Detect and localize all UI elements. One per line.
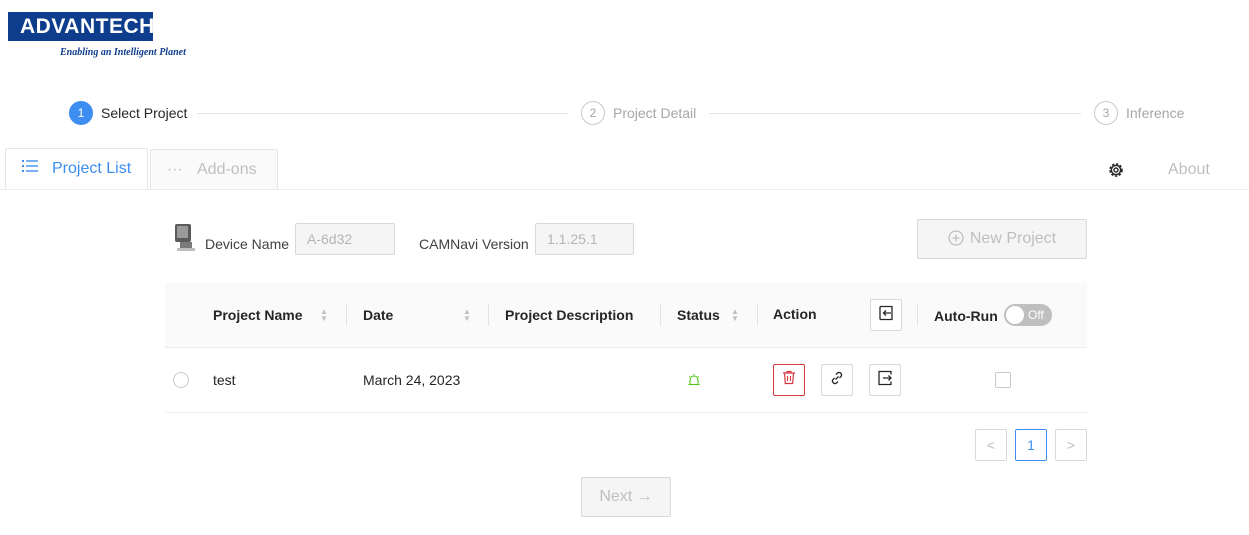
- device-icon: [173, 222, 197, 252]
- page-1-button[interactable]: 1: [1015, 429, 1047, 461]
- export-button[interactable]: [869, 364, 901, 396]
- prev-page-button[interactable]: <: [975, 429, 1007, 461]
- step-connector: [709, 113, 1081, 114]
- col-action: Action: [773, 306, 817, 322]
- table-row: [165, 348, 1087, 413]
- column-separator: [757, 304, 758, 326]
- tab-project-list-label: Project List: [52, 160, 132, 177]
- next-page-button[interactable]: >: [1055, 429, 1087, 461]
- next-button[interactable]: Next →: [581, 477, 671, 517]
- plus-circle-icon: [948, 223, 964, 261]
- advantech-logo: ADVANTECH: [8, 12, 154, 41]
- step-3-circle: 3: [1094, 101, 1118, 125]
- column-separator: [917, 304, 918, 326]
- gear-icon[interactable]: [1107, 161, 1125, 179]
- tab-add-ons-label: Add-ons: [197, 161, 257, 178]
- list-icon: [22, 149, 40, 189]
- col-project-description: Project Description: [505, 307, 634, 323]
- sort-icon[interactable]: ▲ ▼: [731, 308, 739, 323]
- row-project-name: test: [213, 372, 236, 388]
- toggle-knob: [1006, 306, 1024, 324]
- trash-icon: [782, 370, 796, 390]
- import-icon: [878, 305, 894, 326]
- import-button[interactable]: [870, 299, 902, 331]
- link-icon: [829, 370, 845, 391]
- export-icon: [877, 370, 893, 391]
- step-2-circle: 2: [581, 101, 605, 125]
- about-link[interactable]: About: [1168, 161, 1210, 179]
- device-name-field: A-6d32: [295, 223, 395, 255]
- tab-project-list[interactable]: Project List: [5, 148, 148, 190]
- delete-button[interactable]: [773, 364, 805, 396]
- column-separator: [660, 304, 661, 326]
- auto-run-toggle[interactable]: Off: [1004, 304, 1052, 326]
- col-auto-run: Auto-Run: [934, 308, 998, 324]
- sort-icon[interactable]: ▲ ▼: [320, 308, 328, 323]
- device-name-label: Device Name: [205, 236, 290, 252]
- camnavi-version-field: 1.1.25.1: [535, 223, 634, 255]
- row-date: March 24, 2023: [363, 372, 461, 388]
- camnavi-version-label: CAMNavi Version: [419, 236, 529, 252]
- ellipsis-icon: ···: [167, 161, 183, 178]
- alarm-icon: [687, 373, 701, 387]
- tab-add-ons[interactable]: ··· Add-ons: [150, 149, 278, 190]
- step-connector: [197, 113, 568, 114]
- new-project-button[interactable]: New Project: [917, 219, 1087, 259]
- col-status[interactable]: Status: [677, 307, 720, 323]
- toggle-state-label: Off: [1028, 308, 1044, 322]
- col-date[interactable]: Date: [363, 307, 393, 323]
- step-3-label: Inference: [1126, 105, 1185, 121]
- column-separator: [346, 304, 347, 326]
- tab-divider: [0, 189, 1249, 190]
- column-separator: [488, 304, 489, 326]
- step-2-label: Project Detail: [613, 105, 697, 121]
- link-button[interactable]: [821, 364, 853, 396]
- row-select-radio[interactable]: [173, 372, 189, 388]
- new-project-label: New Project: [969, 230, 1057, 247]
- sort-icon[interactable]: ▲ ▼: [463, 308, 471, 323]
- step-1-label: Select Project: [101, 105, 188, 121]
- col-project-name[interactable]: Project Name: [213, 307, 302, 323]
- row-auto-run-checkbox[interactable]: [995, 372, 1011, 388]
- logo-tagline: Enabling an Intelligent Planet: [60, 47, 186, 58]
- step-1-circle: 1: [69, 101, 93, 125]
